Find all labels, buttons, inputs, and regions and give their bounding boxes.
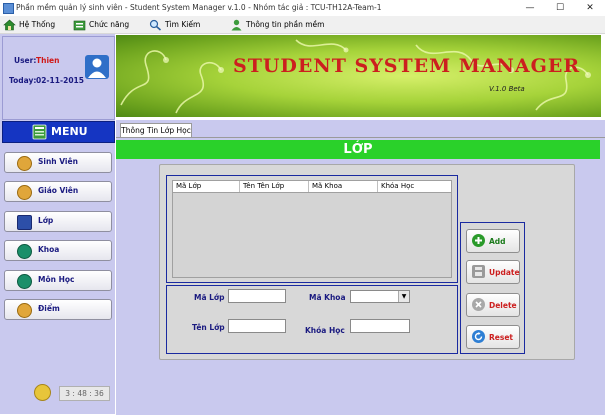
sidebar-item-khoa[interactable]: Khoa	[4, 240, 112, 261]
refresh-icon	[472, 330, 485, 343]
menu-thong-tin[interactable]: Thông tin phần mềm	[230, 18, 324, 31]
user-label: User:	[14, 56, 37, 65]
menu-he-thong[interactable]: Hệ Thống	[3, 18, 58, 31]
teacher-icon	[17, 185, 32, 200]
left-panel: User: Thien Today: 02-11-2015 MENU Sinh …	[0, 34, 115, 414]
class-grid[interactable]: Mã Lớp Tên Tên Lớp Mã Khoa Khóa Học	[172, 180, 452, 278]
app-icon	[3, 3, 14, 14]
sidebar-item-label: Giáo Viên	[38, 186, 79, 195]
column-khoa-hoc[interactable]: Khóa Học	[381, 182, 414, 190]
sidebar-item-label: Điểm	[38, 304, 60, 313]
update-button[interactable]: Update	[466, 260, 520, 284]
clock-display: 3 : 48 : 36	[59, 386, 110, 401]
score-icon	[17, 303, 32, 318]
faculty-icon	[17, 244, 32, 259]
column-ma-lop[interactable]: Mã Lớp	[176, 182, 201, 190]
function-icon	[73, 20, 86, 31]
menu-tim-kiem[interactable]: Tìm Kiếm	[149, 18, 204, 31]
add-icon	[472, 234, 485, 247]
menu-title: MENU	[51, 125, 88, 138]
khoa-hoc-label: Khóa Học	[305, 326, 345, 335]
update-button-label: Update	[489, 268, 520, 277]
subject-icon	[17, 274, 32, 289]
sidebar-item-diem[interactable]: Điểm	[4, 299, 112, 320]
delete-button[interactable]: Delete	[466, 293, 520, 317]
menu-chuc-nang[interactable]: Chức năng	[73, 18, 133, 31]
menu-he-thong-label: Hệ Thống	[19, 20, 56, 29]
content-area: Thông Tin Lớp Học LỚP Mã Lớp Tên Tên Lớp…	[116, 120, 605, 415]
add-button[interactable]: Add	[466, 229, 520, 253]
window-title: Phần mềm quản lý sinh viên - Student Sys…	[16, 3, 382, 12]
student-icon	[17, 156, 32, 171]
khoa-hoc-input[interactable]	[350, 319, 410, 333]
user-name: Thien	[36, 56, 60, 65]
banner: STUDENT SYSTEM MANAGER V.1.0 Beta	[116, 35, 601, 117]
column-separator	[308, 181, 309, 192]
close-button[interactable]: ✕	[575, 0, 605, 16]
reset-button[interactable]: Reset	[466, 325, 520, 349]
ma-lop-label: Mã Lớp	[194, 293, 225, 302]
menu-thong-tin-label: Thông tin phần mềm	[246, 20, 325, 29]
user-icon	[231, 19, 242, 31]
tab-thong-tin-lop-hoc[interactable]: Thông Tin Lớp Học	[120, 123, 192, 138]
title-bar: Phần mềm quản lý sinh viên - Student Sys…	[0, 0, 605, 16]
book-icon	[32, 124, 47, 140]
maximize-button[interactable]: ☐	[545, 0, 575, 16]
sidebar-item-label: Môn Học	[38, 275, 75, 284]
column-ten-lop[interactable]: Tên Tên Lớp	[243, 182, 284, 190]
column-separator	[239, 181, 240, 192]
section-title: LỚP	[343, 142, 373, 157]
ten-lop-input[interactable]	[228, 319, 286, 333]
banner-version: V.1.0 Beta	[489, 85, 525, 93]
clock-icon	[34, 384, 51, 401]
class-icon	[17, 215, 32, 230]
save-icon	[472, 265, 485, 278]
home-icon	[3, 19, 16, 31]
reset-button-label: Reset	[489, 333, 513, 342]
ma-lop-input[interactable]	[228, 289, 286, 303]
ten-lop-label: Tên Lớp	[192, 323, 225, 332]
search-icon	[149, 19, 162, 31]
today-label: Today:	[9, 76, 37, 85]
grid-header: Mã Lớp Tên Tên Lớp Mã Khoa Khóa Học	[173, 181, 451, 193]
sidebar-item-lop[interactable]: Lớp	[4, 211, 112, 232]
chevron-down-icon: ▼	[398, 291, 409, 302]
minimize-button[interactable]: —	[515, 0, 545, 16]
sidebar-item-sinh-vien[interactable]: Sinh Viên	[4, 152, 112, 173]
menu-bar: Hệ Thống Chức năng Tìm Kiếm Thông tin ph…	[0, 16, 605, 34]
ma-khoa-select[interactable]: ▼	[350, 290, 410, 303]
sidebar-item-mon-hoc[interactable]: Môn Học	[4, 270, 112, 291]
user-info-panel: User: Thien Today: 02-11-2015	[2, 36, 115, 120]
menu-chuc-nang-label: Chức năng	[89, 20, 130, 29]
banner-title: STUDENT SYSTEM MANAGER	[233, 55, 581, 77]
sidebar-item-label: Lớp	[38, 216, 54, 225]
delete-icon	[472, 298, 485, 311]
avatar-icon	[85, 55, 109, 79]
column-ma-khoa[interactable]: Mã Khoa	[312, 182, 342, 190]
add-button-label: Add	[489, 237, 506, 246]
sidebar-item-giao-vien[interactable]: Giáo Viên	[4, 181, 112, 202]
ma-khoa-label: Mã Khoa	[309, 293, 346, 302]
today-date: 02-11-2015	[36, 76, 84, 85]
menu-tim-kiem-label: Tìm Kiếm	[165, 20, 201, 29]
sidebar-item-label: Sinh Viên	[38, 157, 78, 166]
delete-button-label: Delete	[489, 301, 517, 310]
menu-header: MENU	[2, 121, 115, 143]
column-separator	[377, 181, 378, 192]
sidebar-item-label: Khoa	[38, 245, 60, 254]
section-header: LỚP	[116, 140, 600, 159]
